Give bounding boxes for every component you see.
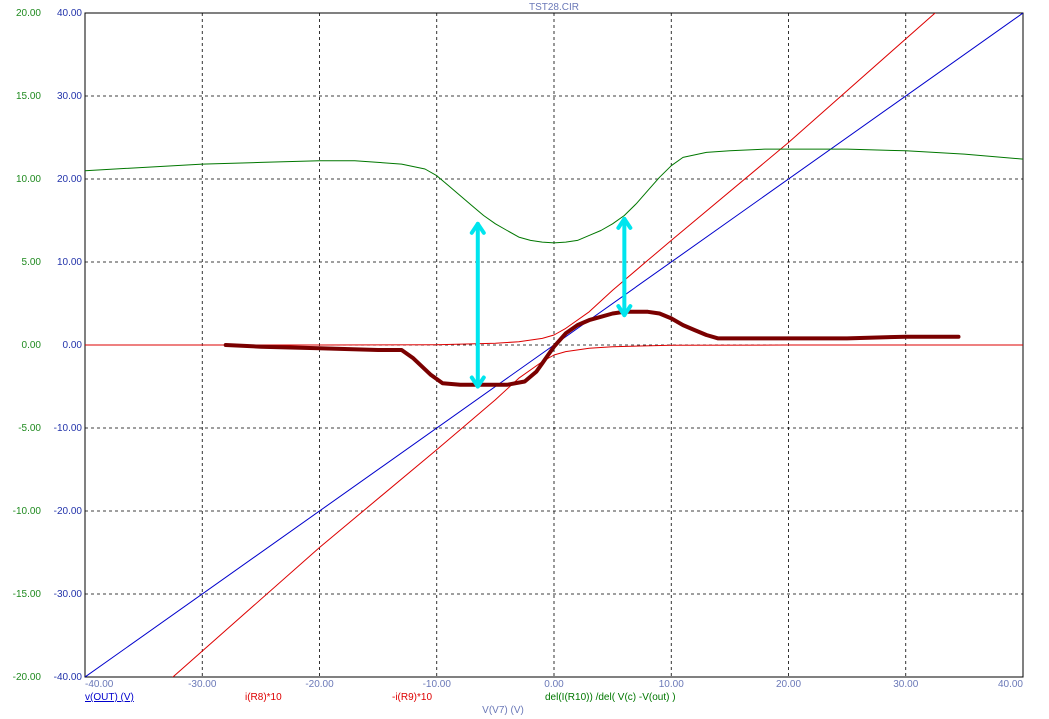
- y-right-tick-label: 30.00: [57, 91, 82, 102]
- x-axis-label: V(V7) (V): [482, 705, 524, 716]
- y-left-tick-label: -15.00: [13, 589, 42, 600]
- y-left-tick-label: -20.00: [13, 672, 42, 683]
- y-right-tick-label: 10.00: [57, 257, 82, 268]
- annotation-arrow: [469, 221, 486, 389]
- y-left-tick-label: 5.00: [22, 257, 42, 268]
- y-right-tick-label: -40.00: [54, 672, 83, 683]
- x-tick-label: 20.00: [776, 679, 801, 690]
- x-tick-label: -30.00: [188, 679, 217, 690]
- y-right-tick-labels: 40.00 30.00 20.00 10.00 0.00 -10.00 -20.00 -30.…: [54, 8, 83, 683]
- legend-entry: -i(R9)*10: [392, 692, 432, 703]
- y-right-tick-label: 40.00: [57, 8, 82, 19]
- y-right-tick-label: 0.00: [63, 340, 83, 351]
- y-left-tick-label: -5.00: [18, 423, 41, 434]
- y-left-tick-label: 0.00: [22, 340, 42, 351]
- chart: TST28.CIR 20.00 15.00 10.00 5.00 0.00 -5.00 -1…: [13, 2, 1024, 716]
- y-left-tick-labels: 20.00 15.00 10.00 5.00 0.00 -5.00 -10.00 -15.00…: [13, 8, 42, 683]
- legend: v(OUT) (V) i(R8)*10 -i(R9)*10 del(I(R10)) /…: [85, 692, 676, 703]
- x-tick-label: -40.00: [85, 679, 114, 690]
- y-right-tick-label: -30.00: [54, 589, 83, 600]
- chart-title: TST28.CIR: [529, 2, 579, 13]
- y-left-tick-label: 10.00: [16, 174, 41, 185]
- x-tick-label: 10.00: [659, 679, 684, 690]
- legend-entry: del(I(R10)) /del( V(c) -V(out) ): [545, 692, 676, 703]
- x-tick-label: 0.00: [544, 679, 564, 690]
- x-tick-label: 30.00: [893, 679, 918, 690]
- annotation-arrow: [616, 216, 633, 318]
- legend-entry: i(R8)*10: [245, 692, 282, 703]
- y-right-tick-label: -20.00: [54, 506, 83, 517]
- annotation-arrows: [469, 216, 633, 389]
- y-left-tick-label: 15.00: [16, 91, 41, 102]
- y-right-tick-label: -10.00: [54, 423, 83, 434]
- x-tick-label: -10.00: [423, 679, 452, 690]
- y-left-tick-label: -10.00: [13, 506, 42, 517]
- y-left-tick-label: 20.00: [16, 8, 41, 19]
- x-tick-labels: -40.00 -30.00 -20.00 -10.00 0.00 10.00 20.00 30…: [85, 679, 1023, 690]
- x-tick-label: -20.00: [305, 679, 334, 690]
- x-tick-label: 40.00: [998, 679, 1023, 690]
- y-right-tick-label: 20.00: [57, 174, 82, 185]
- legend-entry: v(OUT) (V): [85, 692, 134, 703]
